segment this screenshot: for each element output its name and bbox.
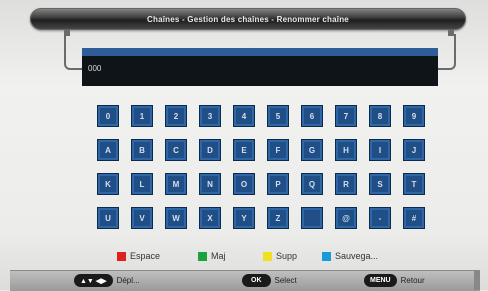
key-l[interactable]: L — [131, 173, 153, 195]
key-4[interactable]: 4 — [233, 105, 255, 127]
key-i[interactable]: I — [369, 139, 391, 161]
green-key-icon — [198, 251, 207, 261]
key-t[interactable]: T — [403, 173, 425, 195]
key-j[interactable]: J — [403, 139, 425, 161]
key-f[interactable]: F — [267, 139, 289, 161]
key-n[interactable]: N — [199, 173, 221, 195]
key-o[interactable]: O — [233, 173, 255, 195]
page-title: Chaînes - Gestion des chaînes - Renommer… — [30, 8, 466, 30]
key-c[interactable]: C — [165, 139, 187, 161]
key-p[interactable]: P — [267, 173, 289, 195]
key-3[interactable]: 3 — [199, 105, 221, 127]
channel-name-input[interactable]: 000 — [82, 48, 438, 86]
key-k[interactable]: K — [97, 173, 119, 195]
legend-label: Sauvega... — [335, 251, 379, 261]
blue-key-icon — [322, 251, 331, 261]
key--[interactable]: - — [369, 207, 391, 229]
footer-select: OK Select — [242, 274, 297, 287]
footer-navigate: ▲▼ ◀▶ Dépl... — [74, 274, 140, 287]
footer-back: MENU Retour — [364, 274, 425, 287]
key-1[interactable]: 1 — [131, 105, 153, 127]
menu-key-icon: MENU — [364, 274, 397, 287]
key-q[interactable]: Q — [301, 173, 323, 195]
key-m[interactable]: M — [165, 173, 187, 195]
key-@[interactable]: @ — [335, 207, 357, 229]
key-0[interactable]: 0 — [97, 105, 119, 127]
key-s[interactable]: S — [369, 173, 391, 195]
key-u[interactable]: U — [97, 207, 119, 229]
key-2[interactable]: 2 — [165, 105, 187, 127]
footer-menu-label: Retour — [400, 276, 425, 285]
key-#[interactable]: # — [403, 207, 425, 229]
key-a[interactable]: A — [97, 139, 119, 161]
legend-blue-save[interactable]: Sauvega... — [322, 251, 378, 261]
ok-key-icon: OK — [242, 274, 271, 287]
key-9[interactable]: 9 — [403, 105, 425, 127]
key-e[interactable]: E — [233, 139, 255, 161]
key-w[interactable]: W — [165, 207, 187, 229]
footer-nav-label: Dépl... — [116, 276, 140, 285]
legend-green-shift[interactable]: Maj — [198, 251, 226, 261]
key-v[interactable]: V — [131, 207, 153, 229]
key-6[interactable]: 6 — [301, 105, 323, 127]
rename-channel-screen: Chaînes - Gestion des chaînes - Renommer… — [0, 0, 488, 291]
footer-edge-right — [474, 270, 480, 290]
legend-yellow-delete[interactable]: Supp — [263, 251, 297, 261]
legend-label: Maj — [211, 251, 226, 261]
legend-red-space[interactable]: Espace — [117, 251, 160, 261]
legend-label: Supp — [276, 251, 298, 261]
color-key-legend: Espace Maj Supp Sauvega... — [0, 251, 488, 265]
key-r[interactable]: R — [335, 173, 357, 195]
key-x[interactable]: X — [199, 207, 221, 229]
key-z[interactable]: Z — [267, 207, 289, 229]
on-screen-keyboard: 0 1 2 3 4 5 6 7 8 9 A B C D E F G H I J K L M N O P Q R S T U V W X Y Z @ - # — [97, 105, 427, 229]
legend-label: Espace — [130, 251, 161, 261]
footer-ok-label: Select — [274, 276, 297, 285]
key-h[interactable]: H — [335, 139, 357, 161]
key-y[interactable]: Y — [233, 207, 255, 229]
arrow-keys-icon: ▲▼ ◀▶ — [74, 274, 113, 287]
key-b[interactable]: B — [131, 139, 153, 161]
key-7[interactable]: 7 — [335, 105, 357, 127]
key-d[interactable]: D — [199, 139, 221, 161]
footer-bar: ▲▼ ◀▶ Dépl... OK Select MENU Retour — [10, 270, 480, 291]
key-g[interactable]: G — [301, 139, 323, 161]
yellow-key-icon — [263, 251, 272, 261]
key-8[interactable]: 8 — [369, 105, 391, 127]
key-space[interactable] — [301, 207, 323, 229]
key-5[interactable]: 5 — [267, 105, 289, 127]
red-key-icon — [117, 251, 126, 261]
